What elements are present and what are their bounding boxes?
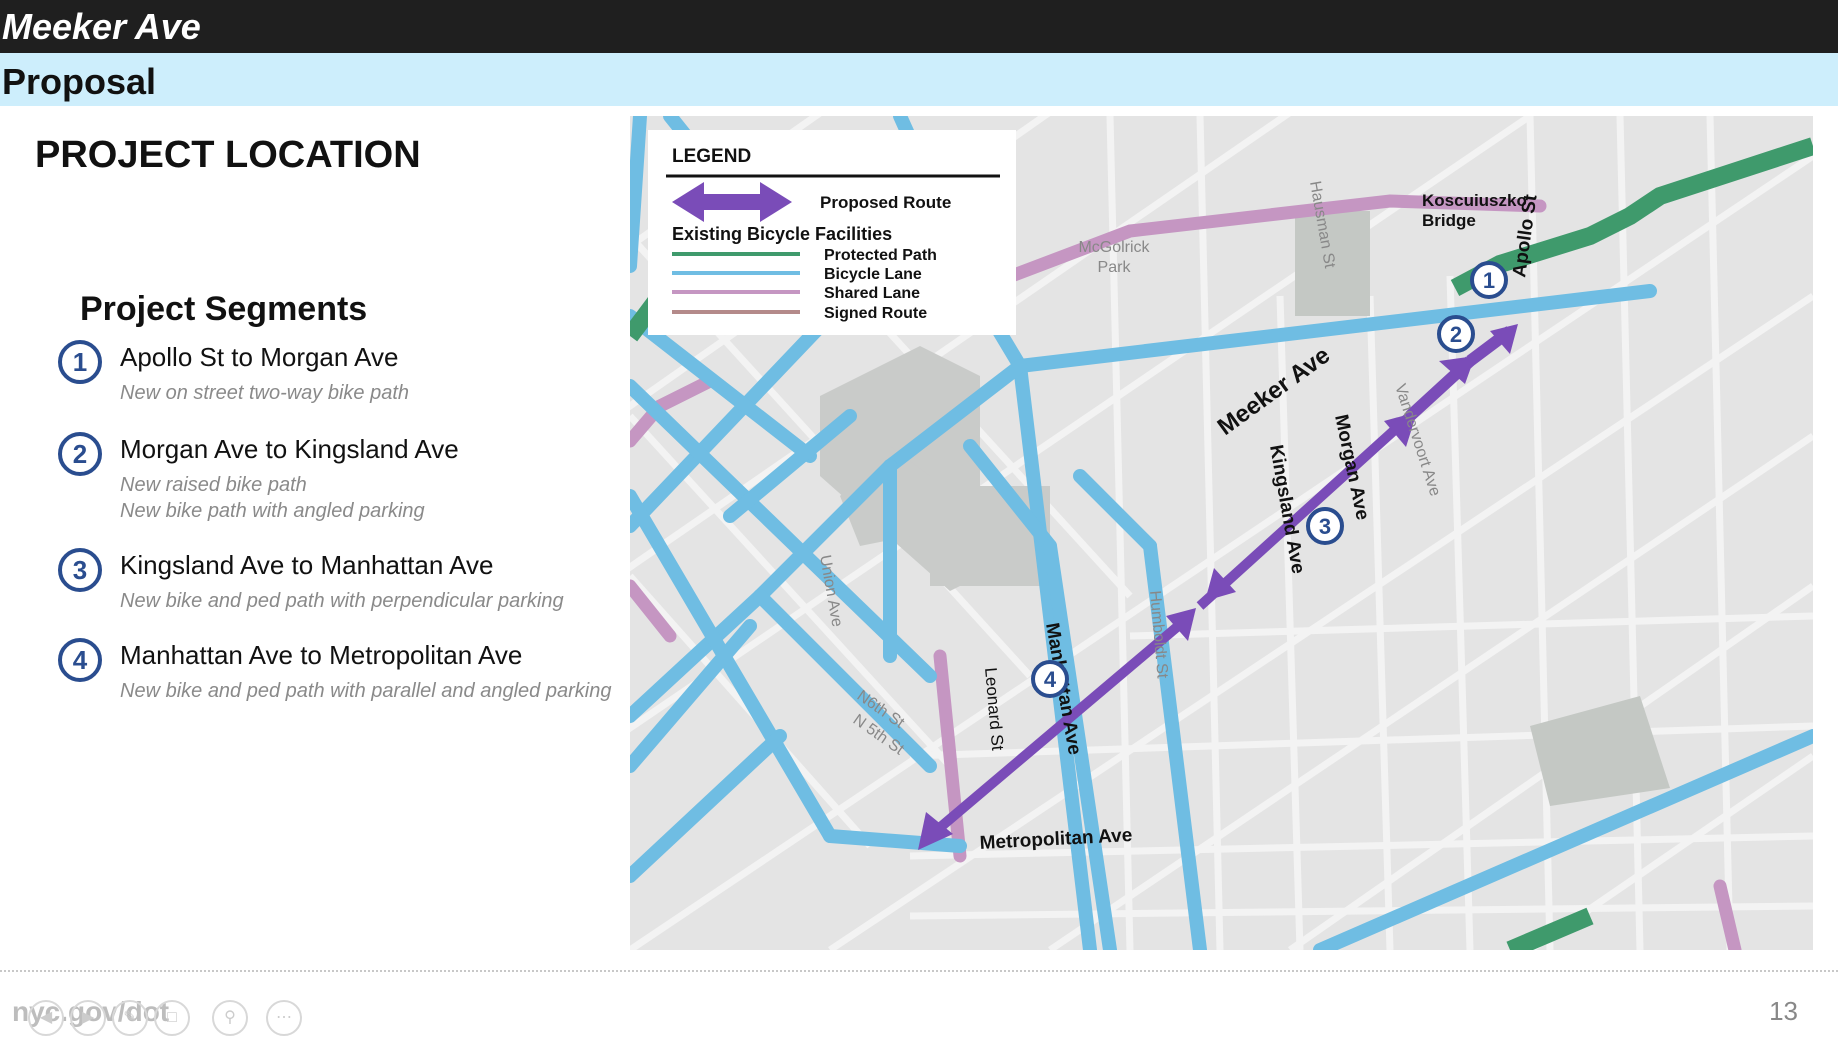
- slide-subtitle: Proposal: [2, 61, 157, 102]
- legend-title: LEGEND: [672, 146, 751, 167]
- project-map: Meeker Ave Apollo St Morgan Ave Kingslan…: [630, 116, 1813, 950]
- street-label: Morgan Ave: [1330, 413, 1373, 522]
- segment-marker-number: 2: [1450, 322, 1462, 347]
- segment-description: New bike and ped path with perpendicular…: [120, 590, 564, 612]
- title-bar: Meeker Ave: [0, 0, 1838, 53]
- legend-item-label: Bicycle Lane: [824, 266, 922, 283]
- segment-description-line: New raised bike path: [120, 474, 307, 496]
- park-label: Park: [1098, 259, 1132, 276]
- legend-item-label: Signed Route: [824, 305, 927, 322]
- slide-title: Meeker Ave: [2, 6, 201, 47]
- segment-badge: 4: [58, 638, 102, 682]
- segment-marker-number: 1: [1483, 268, 1495, 293]
- zoom-icon[interactable]: ⚲: [212, 1000, 248, 1036]
- segment-marker-number: 4: [1044, 667, 1057, 692]
- segment-title: Manhattan Ave to Metropolitan Ave: [120, 640, 523, 670]
- segments-heading: Project Segments: [80, 290, 368, 328]
- legend-item-label: Protected Path: [824, 247, 937, 264]
- bridge-label-line: Koscuiuszko: [1422, 191, 1527, 210]
- street-label: Leonard St: [981, 667, 1007, 752]
- more-options-icon[interactable]: ⋯: [266, 1000, 302, 1036]
- segment-marker-number: 3: [1319, 514, 1331, 539]
- map-legend: LEGEND Proposed Route Existing Bicycle F…: [648, 130, 1016, 335]
- legend-subheading: Existing Bicycle Facilities: [672, 224, 892, 244]
- segment-badge: 3: [58, 548, 102, 592]
- segment-description: New raised bike path New bike path with …: [120, 472, 620, 524]
- segment-description: New bike and ped path with parallel and …: [120, 680, 612, 702]
- segment-description: New on street two-way bike path: [120, 382, 410, 404]
- segment-description-line: New bike path with angled parking: [120, 500, 425, 522]
- segment-title: Kingsland Ave to Manhattan Ave: [120, 550, 494, 580]
- segment-title: Morgan Ave to Kingsland Ave: [120, 434, 459, 464]
- legend-item-label: Shared Lane: [824, 285, 920, 302]
- next-slide-icon[interactable]: ▶: [70, 1000, 106, 1036]
- prev-slide-icon[interactable]: ◀: [28, 1000, 64, 1036]
- slides-icon[interactable]: □: [154, 1000, 190, 1036]
- footer-divider: [0, 970, 1838, 972]
- pen-icon[interactable]: ✎: [112, 1000, 148, 1036]
- park-label: McGolrick: [1078, 239, 1150, 256]
- bridge-label-line: Bridge: [1422, 211, 1476, 230]
- subtitle-bar: Proposal: [0, 53, 1838, 106]
- segment-badge: 1: [58, 340, 102, 384]
- street-label: Meeker Ave: [1213, 342, 1335, 441]
- segment-badge: 2: [58, 432, 102, 476]
- segment-title: Apollo St to Morgan Ave: [120, 342, 399, 372]
- legend-item-label: Proposed Route: [820, 193, 951, 212]
- map-svg: Meeker Ave Apollo St Morgan Ave Kingslan…: [630, 116, 1813, 950]
- page-heading: PROJECT LOCATION: [35, 134, 421, 176]
- park-block: [1530, 696, 1670, 806]
- page-number: 13: [1769, 996, 1798, 1026]
